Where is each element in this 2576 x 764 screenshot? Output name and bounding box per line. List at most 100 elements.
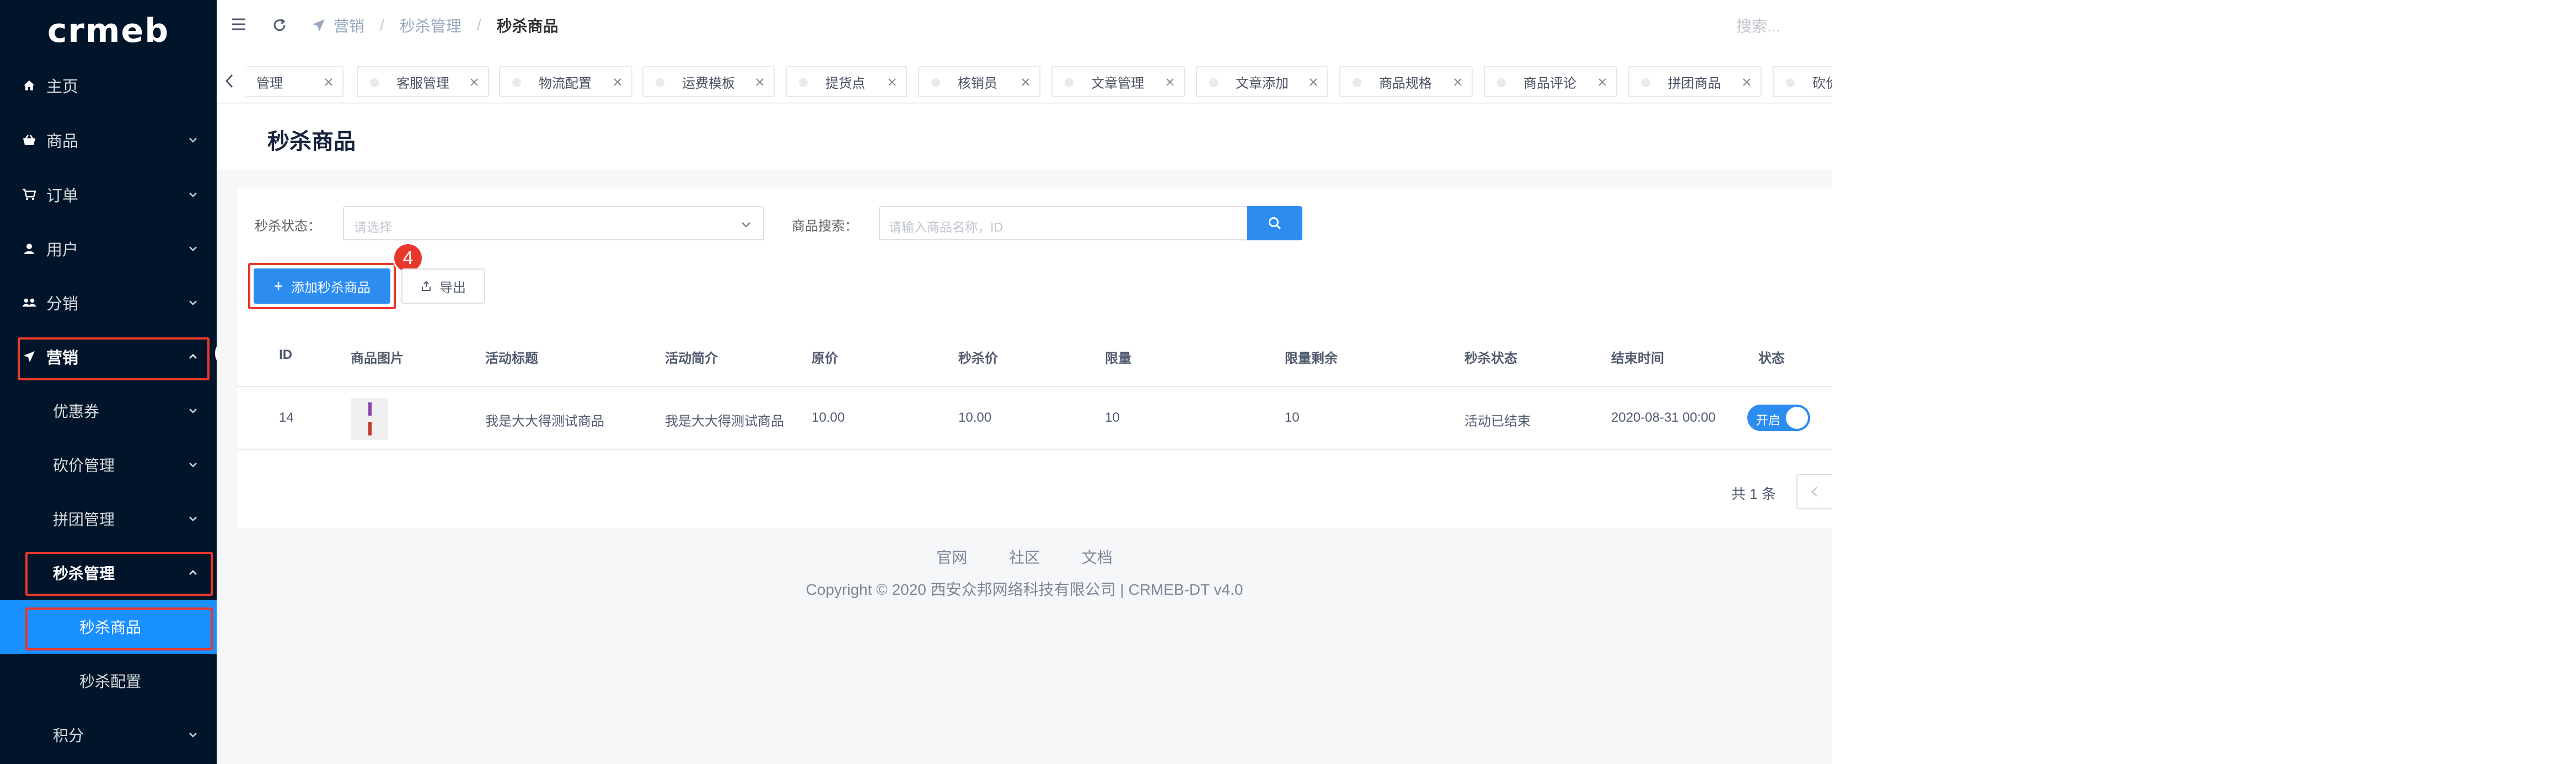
- column-header: 商品图片: [351, 351, 404, 366]
- sidebar-item-home[interactable]: 主页: [0, 58, 217, 112]
- sidebar-item-coupons[interactable]: 优惠券: [0, 384, 217, 438]
- table-header: ID 商品图片 活动标题 活动简介 原价 秒杀价 限量 限量剩余 秒杀状态 结束…: [237, 325, 1832, 387]
- status-toggle-label: 开启: [1756, 413, 1781, 427]
- status-toggle[interactable]: 开启: [1747, 405, 1810, 431]
- footer-link-docs[interactable]: 文档: [1082, 549, 1113, 566]
- tab-dot-icon: [1786, 78, 1795, 87]
- tab-item[interactable]: 客服管理: [357, 66, 489, 97]
- breadcrumb-item[interactable]: 秒杀管理: [400, 14, 461, 36]
- tab-label: 拼团商品: [1668, 76, 1721, 91]
- tab-dot-icon: [1497, 78, 1506, 87]
- sidebar-item-users[interactable]: 用户: [0, 222, 217, 276]
- cell-id: 14: [279, 410, 294, 425]
- tab-item[interactable]: 物流配置: [499, 66, 632, 97]
- sidebar-item-label: 秒杀配置: [79, 673, 142, 690]
- column-header: 活动标题: [485, 351, 538, 366]
- page-header: 秒杀商品: [217, 104, 1832, 170]
- footer-link-community[interactable]: 社区: [1009, 549, 1040, 566]
- footer-links: 官网 社区 文档: [217, 546, 1832, 568]
- product-search-placeholder: 请输入商品名称，ID: [889, 220, 1003, 234]
- tab-item[interactable]: 拼团商品: [1628, 66, 1762, 97]
- tab-label: 客服管理: [396, 76, 449, 91]
- user-icon: [22, 241, 36, 256]
- tab-item[interactable]: 文章添加: [1196, 66, 1328, 97]
- sidebar-item-label: 订单: [46, 187, 79, 205]
- tab-item[interactable]: 文章管理: [1051, 66, 1185, 97]
- sidebar-item-orders[interactable]: 订单: [0, 168, 217, 222]
- sidebar-item-label: 拼团管理: [53, 511, 115, 528]
- chevron-left-icon[interactable]: [224, 73, 234, 89]
- footer-link-website[interactable]: 官网: [936, 549, 967, 566]
- tab-item[interactable]: 核销员: [918, 66, 1040, 97]
- column-header: 状态: [1758, 351, 1785, 366]
- close-icon[interactable]: [1021, 77, 1031, 87]
- column-header: 限量: [1105, 351, 1131, 366]
- refresh-icon[interactable]: [272, 18, 287, 33]
- sidebar-item-label: 用户: [46, 241, 79, 259]
- close-icon[interactable]: [1453, 77, 1463, 87]
- header-search-input[interactable]: 搜索...: [1736, 14, 1780, 36]
- table-row: 14 我是大大得测试商品 我是大大得测试商品 10.00 10.00 10 10…: [237, 387, 1832, 450]
- tab-item[interactable]: 管理: [246, 66, 344, 97]
- breadcrumb-current: 秒杀商品: [496, 18, 559, 35]
- breadcrumb-item[interactable]: 营销: [334, 14, 364, 36]
- sidebar-item-bargain[interactable]: 砍价管理: [0, 438, 217, 492]
- breadcrumb-separator: /: [380, 17, 384, 34]
- close-icon[interactable]: [1597, 77, 1607, 87]
- close-icon[interactable]: [755, 77, 765, 87]
- close-icon[interactable]: [1742, 77, 1752, 87]
- tab-item[interactable]: 砍价商品: [1773, 66, 1832, 97]
- tab-label: 文章管理: [1091, 76, 1144, 91]
- menu-toggle-icon[interactable]: [231, 18, 246, 31]
- tab-dot-icon: [512, 78, 521, 87]
- close-icon[interactable]: [1308, 77, 1318, 87]
- sidebar-item-products[interactable]: 商品: [0, 113, 217, 167]
- close-icon[interactable]: [887, 77, 897, 87]
- sidebar-item-points[interactable]: 积分: [0, 708, 217, 762]
- tab-label: 提货点: [825, 76, 865, 91]
- status-select[interactable]: 请选择: [343, 206, 764, 240]
- export-icon: [421, 281, 432, 292]
- export-label: 导出: [439, 280, 466, 295]
- annotation-box-marketing: [18, 337, 210, 380]
- chevron-down-icon: [189, 138, 197, 143]
- top-header: 营销 / 秒杀管理 / 秒杀商品 搜索...: [217, 0, 1832, 50]
- tab-item[interactable]: 提货点: [786, 66, 907, 97]
- tab-dot-icon: [370, 78, 379, 87]
- thumbnail-mark-top: [368, 402, 372, 416]
- product-thumbnail[interactable]: [351, 398, 388, 440]
- sidebar-item-seckill-config[interactable]: 秒杀配置: [0, 654, 217, 708]
- tab-dot-icon: [1065, 78, 1074, 87]
- product-search-input[interactable]: 请输入商品名称，ID: [879, 206, 1247, 240]
- tab-label: 运费模板: [682, 76, 735, 91]
- cart-icon: [22, 187, 36, 202]
- status-select-placeholder: 请选择: [354, 220, 392, 234]
- column-header: 秒杀价: [958, 351, 998, 366]
- close-icon[interactable]: [613, 77, 622, 87]
- tab-label: 文章添加: [1236, 76, 1289, 91]
- sidebar-item-distribution[interactable]: 分销: [0, 276, 217, 330]
- close-icon[interactable]: [1165, 77, 1175, 87]
- status-toggle-knob: [1786, 407, 1808, 429]
- close-icon[interactable]: [469, 77, 479, 87]
- tab-item[interactable]: 商品规格: [1339, 66, 1473, 97]
- chevron-down-icon: [189, 408, 197, 413]
- column-header: 原价: [812, 351, 838, 366]
- page-title: 秒杀商品: [267, 130, 356, 154]
- column-header: 秒杀状态: [1464, 351, 1517, 366]
- close-icon[interactable]: [324, 77, 334, 87]
- annotation-box-seckill-products: [25, 607, 213, 650]
- export-button[interactable]: 导出: [401, 268, 485, 304]
- sidebar-item-group-buy[interactable]: 拼团管理: [0, 492, 217, 546]
- tab-item[interactable]: 商品评论: [1484, 66, 1617, 97]
- tab-item[interactable]: 运费模板: [642, 66, 775, 97]
- tab-dot-icon: [1353, 78, 1361, 87]
- search-button[interactable]: [1247, 206, 1302, 240]
- logo-text: crmeb: [47, 12, 170, 50]
- annotation-box-seckill: [25, 552, 213, 596]
- cell-title: 我是大大得测试商品: [485, 414, 604, 429]
- tab-label: 商品评论: [1523, 76, 1576, 91]
- tab-dot-icon: [656, 78, 664, 87]
- pagination-prev-button[interactable]: [1796, 474, 1832, 509]
- cell-quota: 10: [1105, 410, 1120, 425]
